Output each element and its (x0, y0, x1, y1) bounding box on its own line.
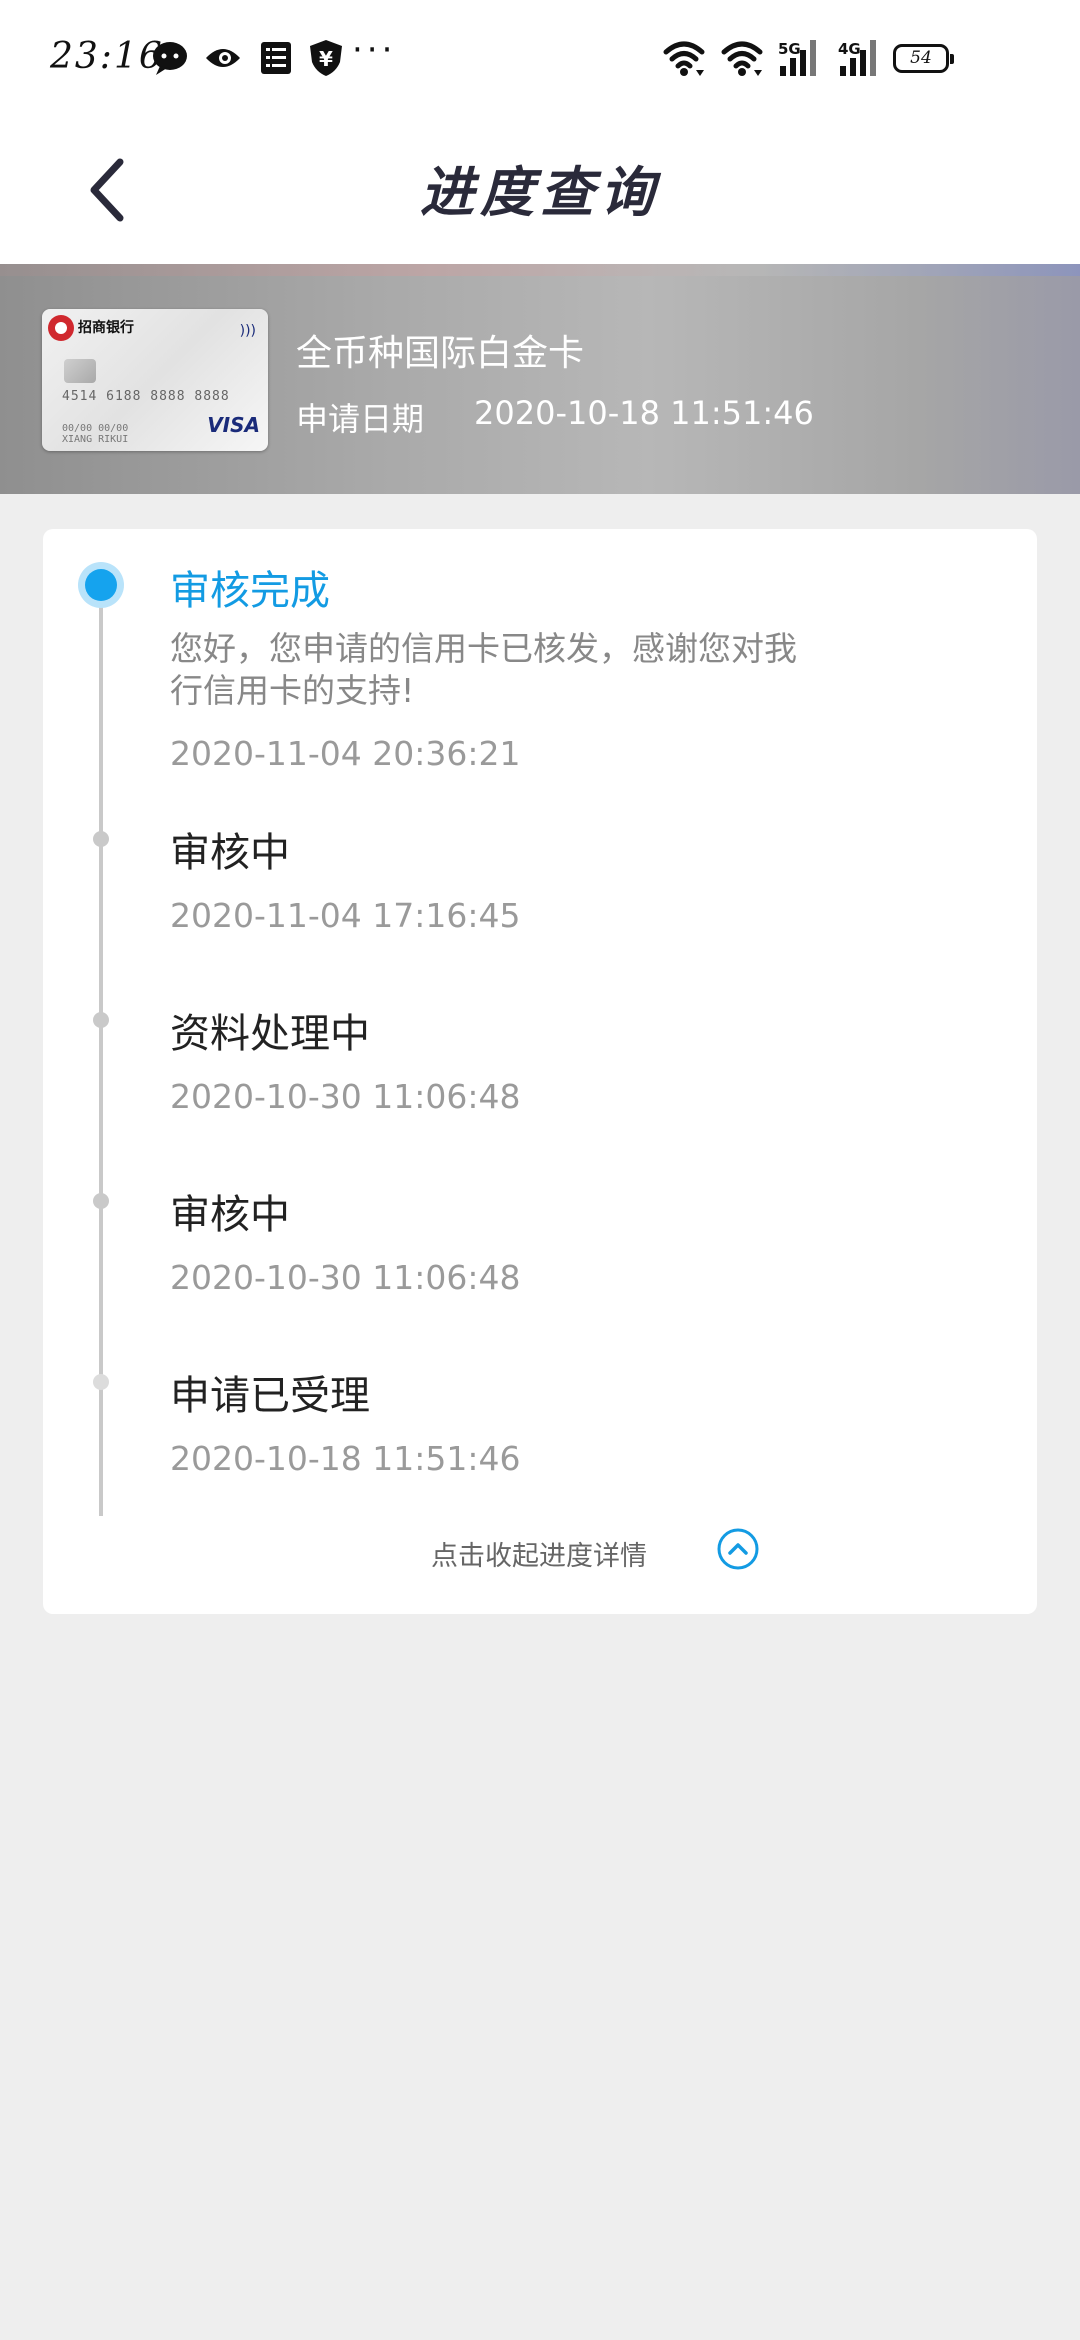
step-status: 审核中 (170, 830, 290, 876)
timeline-dot (93, 831, 109, 847)
more-dots-icon: ··· (352, 30, 397, 70)
card-name: 全币种国际白金卡 (296, 333, 585, 374)
collapse-label: 点击收起进度详情 (431, 1541, 647, 1572)
card-bank-name: 招商银行 (78, 320, 134, 336)
step-time: 2020-11-04 17:16:45 (170, 896, 521, 935)
step-status: 申请已受理 (170, 1373, 370, 1419)
signal-5g-icon (780, 40, 816, 76)
chat-bubble-icon (153, 42, 187, 75)
eye-badge-icon (206, 49, 240, 67)
card-holder-name: XIANG RIKUI (62, 434, 129, 445)
collapse-details-button[interactable]: 点击收起进度详情 (43, 1514, 1037, 1584)
visa-logo: VISA (207, 413, 260, 437)
timeline-dot-active (78, 562, 124, 608)
chevron-up-circle-icon[interactable] (715, 1526, 761, 1572)
list-doc-icon (261, 42, 291, 74)
apply-date-label: 申请日期 (296, 400, 425, 438)
page-title: 进度查询 (420, 160, 660, 224)
step-status: 审核中 (170, 1192, 290, 1238)
yuan-shield-icon: ¥ (310, 40, 342, 76)
card-chip-icon (64, 359, 96, 383)
nav-bar: 进度查询 (0, 118, 1080, 264)
step-status: 资料处理中 (170, 1011, 370, 1057)
step-message: 您好，您申请的信用卡已核发，感谢您对我行信用卡的支持! (170, 629, 797, 710)
card-valid: 00/00 00/00 (62, 423, 129, 434)
status-bar: 23:16 ¥ ··· 5G 4G 54 (0, 0, 1080, 118)
timeline-dot (93, 1193, 109, 1209)
card-number: 4514 6188 8888 8888 (62, 389, 230, 404)
step-time: 2020-11-04 20:36:21 (170, 734, 521, 773)
bank-logo-icon (48, 315, 74, 341)
timeline-dot (93, 1374, 109, 1390)
signal-4g-icon (840, 40, 876, 76)
card-header: 招商银行 ))) 4514 6188 8888 8888 00/00 00/00… (0, 264, 1080, 494)
step-time: 2020-10-30 11:06:48 (170, 1258, 521, 1297)
wifi-icon (663, 41, 705, 76)
step-status: 审核完成 (170, 568, 330, 614)
status-time: 23:16 (50, 36, 164, 77)
apply-date-value: 2020-10-18 11:51:46 (474, 394, 814, 432)
timeline-dot (93, 1012, 109, 1028)
wifi-icon (721, 41, 763, 76)
credit-card-image: 招商银行 ))) 4514 6188 8888 8888 00/00 00/00… (42, 309, 268, 451)
card-holder: 00/00 00/00 XIANG RIKUI (62, 423, 128, 445)
step-time: 2020-10-30 11:06:48 (170, 1077, 521, 1116)
step-time: 2020-10-18 11:51:46 (170, 1439, 521, 1478)
battery-indicator: 54 (893, 44, 954, 73)
svg-text:¥: ¥ (319, 47, 333, 71)
contactless-icon: ))) (239, 323, 256, 339)
